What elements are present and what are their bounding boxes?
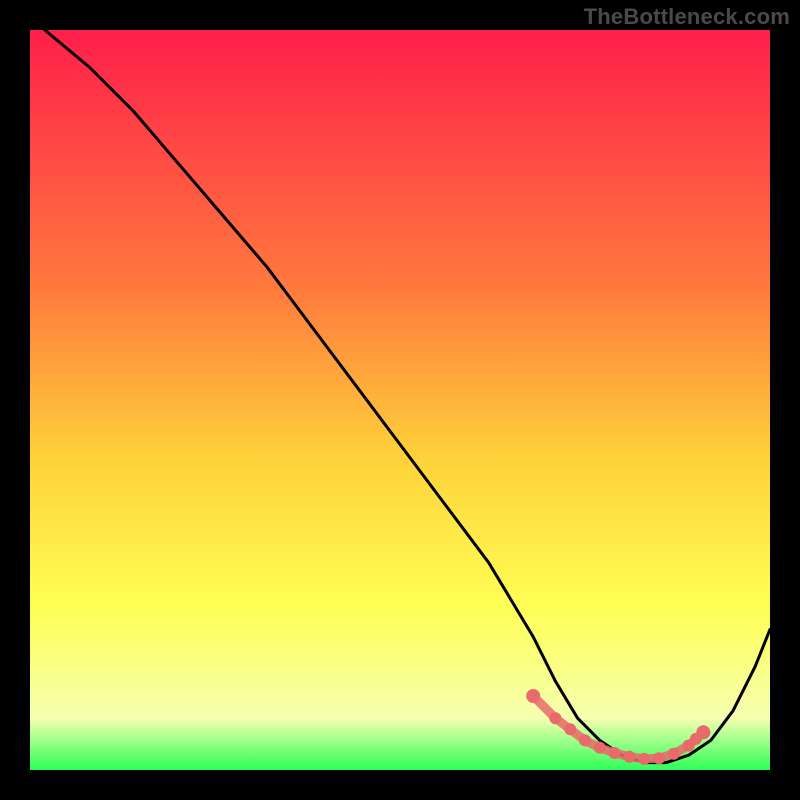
marker-dot: [549, 712, 561, 724]
marker-dot: [594, 742, 606, 754]
marker-dot: [638, 753, 650, 765]
marker-dot: [653, 752, 665, 764]
marker-dot: [579, 734, 591, 746]
marker-dot: [564, 723, 576, 735]
chart-svg: [30, 30, 770, 770]
chart-frame: TheBottleneck.com: [0, 0, 800, 800]
marker-dot: [623, 751, 635, 763]
marker-dot: [668, 748, 680, 760]
watermark-text: TheBottleneck.com: [584, 4, 790, 30]
plot-area: [30, 30, 770, 770]
marker-dot: [526, 689, 540, 703]
marker-dot: [696, 725, 710, 739]
gradient-background: [30, 30, 770, 770]
marker-dot: [609, 747, 621, 759]
